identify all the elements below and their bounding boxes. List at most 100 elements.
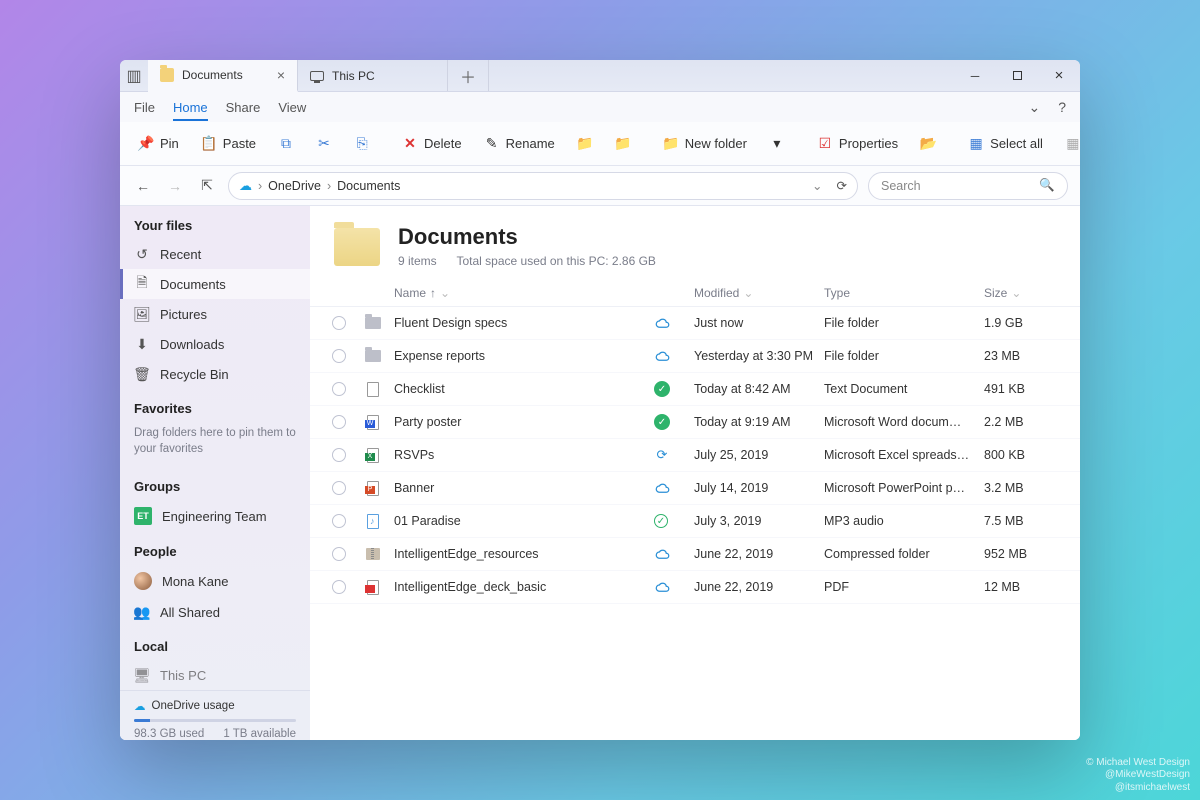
usage-available: 1 TB available [223,728,296,740]
file-type: Microsoft Word docum… [824,415,984,429]
chevron-down-icon: ⌄ [743,286,753,300]
close-tab-icon[interactable]: × [277,67,285,83]
sidebar-item-recycle[interactable]: 🗑Recycle Bin [120,359,310,389]
file-type: Text Document [824,382,984,396]
column-headers: Name ↑ ⌄ Modified ⌄ Type Size ⌄ [310,280,1080,307]
file-row[interactable]: 01 Paradise✓July 3, 2019MP3 audio7.5 MB [310,505,1080,538]
clock-icon: ↺ [134,246,150,262]
up-button[interactable]: ⇱ [196,175,218,197]
menu-share[interactable]: Share [226,100,261,115]
sidebar-item-pictures[interactable]: 🖼Pictures [120,299,310,329]
copy-button[interactable]: ⧉ [272,132,300,156]
copy-icon: ⧉ [278,136,294,152]
collapse-ribbon-icon[interactable]: ⌄ [1028,99,1040,116]
sets-icon[interactable]: ▥ [120,60,148,91]
move-to-icon: 📁 [577,136,593,152]
refresh-icon[interactable]: ⟳ [837,178,847,193]
col-name[interactable]: Name ↑ ⌄ [394,286,654,300]
help-icon[interactable]: ? [1058,99,1066,115]
tab-label: This PC [332,69,375,83]
document-icon: 🗎 [134,276,150,292]
titlebar: ▥ Documents × This PC ＋ ─ × [120,60,1080,92]
syncing-status-icon: ⟳ [654,447,670,463]
maximize-button[interactable] [996,60,1038,91]
sidebar-item-group-engineering[interactable]: ETEngineering Team [120,500,310,532]
file-type-icon [364,578,382,596]
file-row[interactable]: Checklist✓Today at 8:42 AMText Document4… [310,373,1080,406]
pin-button[interactable]: 📌Pin [132,132,185,156]
file-row[interactable]: Party poster✓Today at 9:19 AMMicrosoft W… [310,406,1080,439]
new-folder-button[interactable]: 📁New folder [657,132,753,156]
chevron-down-icon[interactable]: ⌄ [812,178,822,193]
col-modified[interactable]: Modified ⌄ [694,286,824,300]
select-all-icon: ▦ [968,136,984,152]
pc-icon [310,71,324,81]
select-circle[interactable] [332,481,346,495]
tab-this-pc[interactable]: This PC [298,60,448,91]
file-row[interactable]: Expense reportsYesterday at 3:30 PMFile … [310,340,1080,373]
paste-button[interactable]: 📋Paste [195,132,262,156]
col-size[interactable]: Size ⌄ [984,286,1054,300]
open-button[interactable]: 📂 [914,132,942,156]
pin-icon: 📌 [138,136,154,152]
file-row[interactable]: IntelligentEdge_resourcesJune 22, 2019Co… [310,538,1080,571]
select-circle[interactable] [332,547,346,561]
sidebar-item-downloads[interactable]: ⬇Downloads [120,329,310,359]
select-none-button[interactable]: ▦ [1059,132,1080,156]
sidebar-item-documents[interactable]: 🗎Documents [120,269,310,299]
synced-status-icon: ✓ [654,414,670,430]
copy-path-button[interactable]: ⎘ [348,132,376,156]
file-name: RSVPs [394,448,654,462]
col-type[interactable]: Type [824,286,984,300]
select-circle[interactable] [332,514,346,528]
new-tab-button[interactable]: ＋ [448,60,489,91]
rename-button[interactable]: ✎Rename [478,132,561,156]
select-circle[interactable] [332,448,346,462]
select-circle[interactable] [332,580,346,594]
sidebar-item-all-shared[interactable]: 👥All Shared [120,597,310,627]
file-type-icon [364,479,382,497]
usage-bar [134,719,296,722]
file-size: 23 MB [984,349,1054,363]
menu-view[interactable]: View [278,100,306,115]
attribution: © Michael West Design @MikeWestDesign @i… [1086,757,1190,795]
breadcrumb-current[interactable]: Documents [337,179,400,193]
sidebar-item-this-pc[interactable]: 🖥This PC [120,660,310,690]
move-to-button[interactable]: 📁 [571,132,599,156]
address-bar[interactable]: ☁ › OneDrive › Documents ⌄ ⟳ [228,172,858,200]
tab-documents[interactable]: Documents × [148,60,298,92]
group-badge: ET [134,507,152,525]
file-name: Fluent Design specs [394,316,654,330]
file-row[interactable]: Fluent Design specsJust nowFile folder1.… [310,307,1080,340]
new-item-button[interactable]: ▾ [763,132,791,156]
properties-button[interactable]: ☑Properties [811,132,904,156]
select-none-icon: ▦ [1065,136,1080,152]
select-circle[interactable] [332,316,346,330]
close-window-button[interactable]: × [1038,60,1080,91]
select-all-button[interactable]: ▦Select all [962,132,1049,156]
select-circle[interactable] [332,382,346,396]
file-row[interactable]: RSVPs⟳July 25, 2019Microsoft Excel sprea… [310,439,1080,472]
file-row[interactable]: BannerJuly 14, 2019Microsoft PowerPoint … [310,472,1080,505]
explorer-window: ▥ Documents × This PC ＋ ─ × File Home Sh… [120,60,1080,740]
sidebar-item-recent[interactable]: ↺Recent [120,239,310,269]
file-modified: June 22, 2019 [694,547,824,561]
minimize-button[interactable]: ─ [954,60,996,91]
sidebar-item-person-mona[interactable]: Mona Kane [120,565,310,597]
cloud-status-icon [654,579,670,595]
file-type: File folder [824,349,984,363]
breadcrumb-root[interactable]: OneDrive [268,179,321,193]
back-button[interactable]: ← [132,175,154,197]
delete-button[interactable]: ✕Delete [396,132,468,156]
cut-button[interactable]: ✂ [310,132,338,156]
search-input[interactable]: Search 🔍 [868,172,1068,200]
space-used: Total space used on this PC: 2.86 GB [456,254,655,268]
file-row[interactable]: IntelligentEdge_deck_basicJune 22, 2019P… [310,571,1080,604]
cloud-icon: ☁ [134,699,146,713]
menu-file[interactable]: File [134,100,155,115]
menu-home[interactable]: Home [173,100,208,121]
select-circle[interactable] [332,349,346,363]
copy-to-button[interactable]: 📁 [609,132,637,156]
forward-button[interactable]: → [164,175,186,197]
select-circle[interactable] [332,415,346,429]
